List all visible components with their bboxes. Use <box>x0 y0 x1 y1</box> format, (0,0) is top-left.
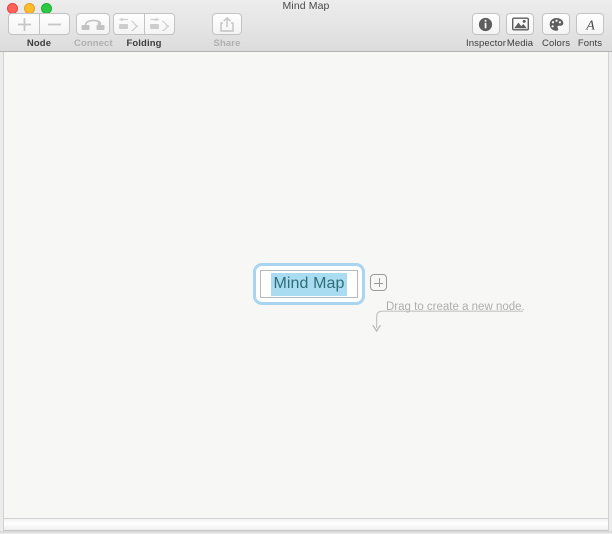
unfold-right-icon <box>149 17 169 31</box>
toolbar-label-connect: Connect <box>74 38 113 49</box>
toolbar-label-share: Share <box>213 38 241 49</box>
toolbar-label-folding: Folding <box>126 38 162 49</box>
fonts-label: Fonts <box>577 38 603 49</box>
toolbar-group-node: Node <box>8 13 70 49</box>
mind-map-node[interactable]: Mind Map <box>253 263 365 305</box>
inspector-label: Inspector <box>466 38 506 49</box>
connect-buttons <box>76 13 111 35</box>
toolbar-group-share: Share <box>212 13 242 49</box>
fold-left-icon <box>119 17 139 31</box>
fonts-button[interactable]: A <box>576 13 604 35</box>
toolbar-item-media[interactable]: Media <box>506 13 534 49</box>
toolbar-group-connect: Connect <box>74 13 113 49</box>
status-bar <box>3 518 609 531</box>
share-buttons <box>212 13 242 35</box>
folding-buttons <box>113 13 175 35</box>
toolbar-item-fonts[interactable]: A Fonts <box>576 13 604 49</box>
media-button[interactable] <box>506 13 534 35</box>
info-circle-icon <box>479 17 493 31</box>
color-palette-icon <box>549 17 563 31</box>
remove-node-button[interactable] <box>39 13 70 35</box>
minus-icon <box>48 23 61 25</box>
share-icon <box>220 16 234 32</box>
create-node-handle[interactable] <box>370 274 387 291</box>
connect-nodes-button[interactable] <box>76 13 111 35</box>
connect-arc-icon <box>81 19 105 30</box>
drag-hint-arrow-icon <box>372 310 523 333</box>
node-label[interactable]: Mind Map <box>271 272 347 296</box>
inspector-button[interactable] <box>471 13 500 35</box>
media-label: Media <box>506 38 534 49</box>
unfold-node-button[interactable] <box>144 13 175 35</box>
toolbar-label-node: Node <box>26 38 52 49</box>
mind-map-canvas[interactable]: Drag to create a new node. Mind Map <box>3 52 609 518</box>
node-text-field[interactable]: Mind Map <box>260 270 358 298</box>
toolbar-item-colors[interactable]: Colors <box>542 13 571 49</box>
fold-node-button[interactable] <box>113 13 144 35</box>
node-buttons <box>8 13 70 35</box>
plus-icon <box>17 17 31 31</box>
add-node-button[interactable] <box>8 13 39 35</box>
colors-button[interactable] <box>542 13 571 35</box>
toolbar-item-inspector[interactable]: Inspector <box>466 13 506 49</box>
window-title: Mind Map <box>282 0 330 12</box>
media-image-icon <box>511 17 529 31</box>
font-a-icon: A <box>585 18 595 32</box>
share-button[interactable] <box>212 13 242 35</box>
title-bar: Mind Map Node Connect Folding Share Insp… <box>0 0 612 52</box>
toolbar-group-folding: Folding <box>113 13 175 49</box>
colors-label: Colors <box>542 38 571 49</box>
svg-text:A: A <box>585 18 595 32</box>
app-window: Mind Map Node Connect Folding Share Insp… <box>0 0 612 534</box>
